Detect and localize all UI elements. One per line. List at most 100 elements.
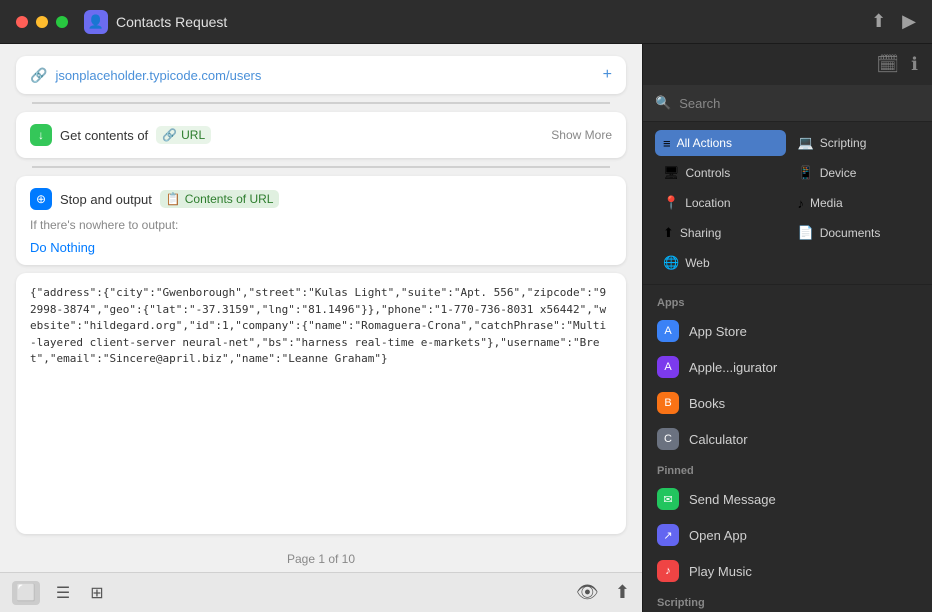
action-apple-igurator[interactable]: A Apple...igurator [643, 349, 932, 385]
divider-1 [32, 102, 610, 104]
category-all-actions[interactable]: ≡ All Actions [655, 130, 786, 156]
all-actions-label: All Actions [677, 136, 732, 150]
device-icon: 📱 [798, 165, 814, 181]
send-message-icon: ✉ [657, 488, 679, 510]
share-icon[interactable]: ⬆ [615, 582, 630, 603]
app-icon: 👤 [84, 10, 108, 34]
view-buttons: ⬜ ☰ ⊞ [12, 581, 108, 605]
stop-icon: ⊕ [30, 188, 52, 210]
left-panel: 🔗 jsonplaceholder.typicode.com/users + ↓… [0, 44, 642, 612]
view-grid-button[interactable]: ⊞ [86, 581, 107, 605]
category-web[interactable]: 🌐 Web [655, 250, 786, 276]
stop-param-text: Contents of URL [185, 192, 274, 206]
stop-output-block[interactable]: ⊕ Stop and output 📋 Contents of URL If t… [16, 176, 626, 265]
category-documents[interactable]: 📄 Documents [790, 220, 921, 246]
apple-igurator-label: Apple...igurator [689, 360, 777, 375]
action-books[interactable]: B Books [643, 385, 932, 421]
main-content: 🔗 jsonplaceholder.typicode.com/users + ↓… [0, 44, 932, 612]
titlebar: 👤 Contacts Request ⬆ ▶ [0, 0, 932, 44]
json-text: {"address":{"city":"Gwenborough","street… [30, 285, 612, 522]
media-label: Media [810, 196, 843, 210]
search-input[interactable] [679, 96, 920, 111]
divider-2 [32, 166, 610, 168]
category-device[interactable]: 📱 Device [790, 160, 921, 186]
scripting-label: Scripting [820, 136, 867, 150]
calculator-label: Calculator [689, 432, 748, 447]
url-param-text: URL [181, 128, 205, 142]
play-music-icon: ♪ [657, 560, 679, 582]
action-open-app[interactable]: ↗ Open App [643, 517, 932, 553]
url-bar[interactable]: 🔗 jsonplaceholder.typicode.com/users + [16, 56, 626, 94]
action-app-store[interactable]: A App Store [643, 313, 932, 349]
web-icon: 🌐 [663, 255, 679, 271]
action-play-music[interactable]: ♪ Play Music [643, 553, 932, 589]
open-app-label: Open App [689, 528, 747, 543]
sharing-label: Sharing [680, 226, 721, 240]
json-output-block: {"address":{"city":"Gwenborough","street… [16, 273, 626, 534]
stop-output-header: ⊕ Stop and output 📋 Contents of URL [16, 176, 626, 218]
view-square-button[interactable]: ⬜ [12, 581, 40, 605]
categories-grid: ≡ All Actions 💻 Scripting 🖥 Controls 📱 D… [643, 122, 932, 285]
section-apps: Apps [643, 289, 932, 313]
url-text: jsonplaceholder.typicode.com/users [55, 68, 594, 83]
get-contents-block[interactable]: ↓ Get contents of 🔗 URL Show More [16, 112, 626, 158]
stop-param: 📋 Contents of URL [160, 190, 280, 208]
info-icon[interactable]: ℹ [911, 54, 918, 75]
traffic-lights [16, 16, 68, 28]
category-sharing[interactable]: ⬆ Sharing [655, 220, 786, 246]
media-icon: ♪ [798, 196, 805, 211]
device-label: Device [820, 166, 857, 180]
close-button[interactable] [16, 16, 28, 28]
app-store-icon: A [657, 320, 679, 342]
add-url-button[interactable]: + [603, 66, 612, 84]
show-more-button[interactable]: Show More [551, 128, 612, 142]
actions-list: Apps A App Store A Apple...igurator B Bo… [643, 285, 932, 612]
maximize-button[interactable] [56, 16, 68, 28]
eye-icon[interactable]: 👁 [576, 582, 599, 603]
minimize-button[interactable] [36, 16, 48, 28]
search-container: 🔍 [643, 85, 932, 122]
play-button[interactable]: ▶ [902, 11, 916, 32]
get-contents-param: 🔗 URL [156, 126, 211, 144]
section-pinned: Pinned [643, 457, 932, 481]
books-icon: B [657, 392, 679, 414]
page-indicator: Page 1 of 10 [0, 546, 642, 572]
get-contents-label: Get contents of [60, 128, 148, 143]
actions-container: 🔗 jsonplaceholder.typicode.com/users + ↓… [0, 44, 642, 546]
bottom-right-actions: 👁 ⬆ [576, 582, 630, 603]
apple-igurator-icon: A [657, 356, 679, 378]
url-param-icon: 🔗 [162, 128, 177, 142]
category-controls[interactable]: 🖥 Controls [655, 160, 786, 186]
sharing-icon: ⬆ [663, 225, 674, 241]
stop-label: Stop and output [60, 192, 152, 207]
titlebar-actions: ⬆ ▶ [871, 11, 916, 32]
action-calculator[interactable]: C Calculator [643, 421, 932, 457]
right-panel: 🗓 ℹ 🔍 ≡ All Actions 💻 Scripting 🖥 Contro… [642, 44, 932, 612]
do-nothing-button[interactable]: Do Nothing [16, 236, 626, 265]
window-title: Contacts Request [116, 14, 871, 30]
documents-label: Documents [820, 226, 881, 240]
books-label: Books [689, 396, 725, 411]
stop-param-icon: 📋 [166, 192, 181, 206]
app-store-label: App Store [689, 324, 747, 339]
right-top-icons: 🗓 ℹ [643, 44, 932, 85]
section-scripting: Scripting [643, 589, 932, 612]
controls-label: Controls [686, 166, 731, 180]
upload-button[interactable]: ⬆ [871, 11, 886, 32]
play-music-label: Play Music [689, 564, 752, 579]
category-media[interactable]: ♪ Media [790, 190, 921, 216]
stop-subtext: If there's nowhere to output: [16, 218, 626, 236]
get-contents-header: ↓ Get contents of 🔗 URL Show More [30, 124, 612, 146]
all-actions-icon: ≡ [663, 136, 671, 151]
category-location[interactable]: 📍 Location [655, 190, 786, 216]
link-icon: 🔗 [30, 67, 47, 84]
send-message-label: Send Message [689, 492, 776, 507]
action-send-message[interactable]: ✉ Send Message [643, 481, 932, 517]
web-label: Web [685, 256, 709, 270]
open-app-icon: ↗ [657, 524, 679, 546]
calculator-icon: C [657, 428, 679, 450]
calendar-icon[interactable]: 🗓 [876, 54, 899, 75]
view-list-button[interactable]: ☰ [52, 581, 74, 605]
category-scripting[interactable]: 💻 Scripting [790, 130, 921, 156]
get-contents-icon: ↓ [30, 124, 52, 146]
